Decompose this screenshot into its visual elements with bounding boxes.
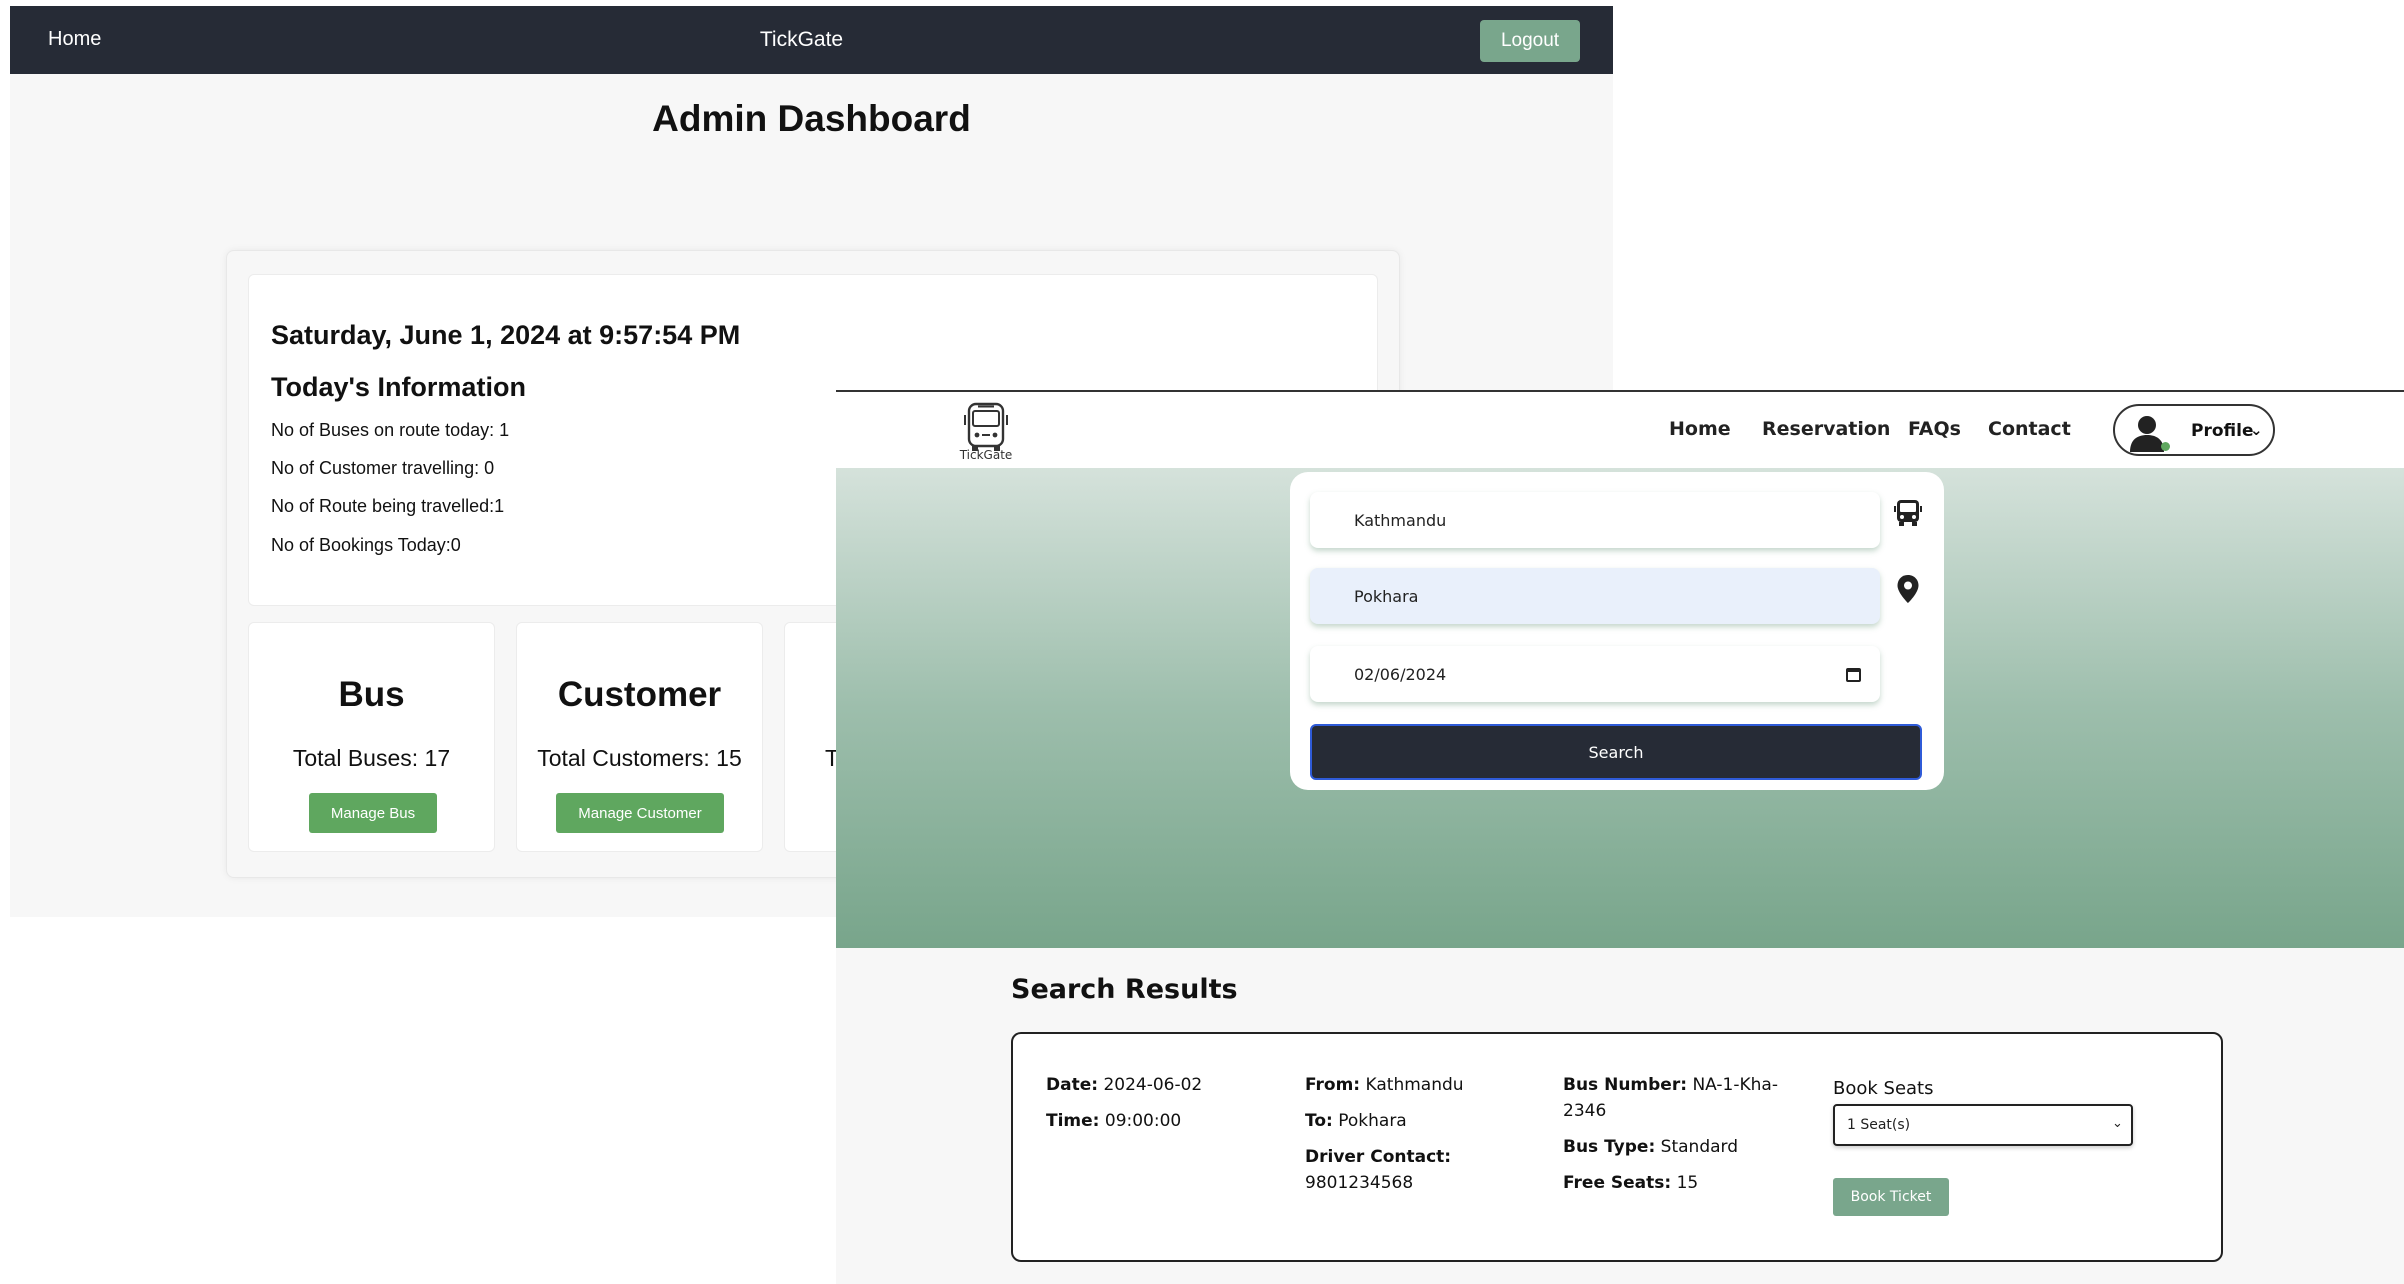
customer-summary-card: Customer Total Customers: 15 Manage Cust… <box>516 622 763 852</box>
manage-bus-button[interactable]: Manage Bus <box>309 793 437 833</box>
admin-brand-title: TickGate <box>759 28 844 51</box>
result-driver-contact: Driver Contact: 9801234568 <box>1305 1147 1452 1193</box>
logout-button[interactable]: Logout <box>1480 20 1580 62</box>
manage-customer-button[interactable]: Manage Customer <box>556 793 724 833</box>
search-results-title: Search Results <box>1011 974 1238 1005</box>
result-time: Time: 09:00:00 <box>1046 1111 1182 1131</box>
booking-window: TickGate Home Reservation FAQs Contact P… <box>836 390 2404 1284</box>
admin-navbar: Home TickGate Logout <box>10 6 1613 74</box>
bus-front-icon <box>1894 500 1922 526</box>
stat-customers-travelling: No of Customer travelling: 0 <box>271 458 495 478</box>
result-from: From: Kathmandu <box>1305 1075 1464 1095</box>
nav-faqs[interactable]: FAQs <box>1908 418 1961 440</box>
nav-reservation[interactable]: Reservation <box>1762 418 1890 440</box>
from-input[interactable] <box>1310 492 1880 548</box>
book-seats-label: Book Seats <box>1833 1078 1934 1099</box>
chevron-down-icon: ⌄ <box>2250 421 2263 439</box>
bus-summary-card: Bus Total Buses: 17 Manage Bus <box>248 622 495 852</box>
stat-buses-on-route: No of Buses on route today: 1 <box>271 420 510 440</box>
search-button[interactable]: Search <box>1310 724 1922 780</box>
stat-routes-travelled: No of Route being travelled:1 <box>271 496 505 516</box>
bus-card-title: Bus <box>338 675 405 714</box>
book-ticket-button[interactable]: Book Ticket <box>1833 1178 1949 1216</box>
result-date: Date: 2024-06-02 <box>1046 1075 1203 1095</box>
date-input[interactable] <box>1310 646 1880 702</box>
seat-select-value: 1 Seat(s) <box>1847 1117 1911 1133</box>
booking-navbar: TickGate Home Reservation FAQs Contact P… <box>836 392 2404 468</box>
online-status-dot <box>2161 442 2170 451</box>
profile-dropdown[interactable]: Profile ⌄ <box>2113 404 2275 456</box>
result-bus-number: Bus Number: NA-1-Kha- 2346 <box>1563 1075 1778 1121</box>
page-title: Admin Dashboard <box>652 98 971 139</box>
result-free-seats: Free Seats: 15 <box>1563 1173 1699 1193</box>
chevron-down-icon: ⌄ <box>2112 1116 2123 1131</box>
seat-select[interactable]: 1 Seat(s) <box>1833 1104 2133 1146</box>
to-input[interactable] <box>1310 568 1880 624</box>
nav-home[interactable]: Home <box>1669 418 1731 440</box>
customer-card-title: Customer <box>557 675 722 714</box>
total-customers: Total Customers: 15 <box>537 745 742 771</box>
result-to: To: Pokhara <box>1305 1111 1407 1131</box>
today-info-heading: Today's Information <box>271 372 526 402</box>
stat-bookings-today: No of Bookings Today:0 <box>271 535 461 555</box>
result-bus-type: Bus Type: Standard <box>1563 1137 1739 1157</box>
total-buses: Total Buses: 17 <box>292 745 451 771</box>
current-datetime: Saturday, June 1, 2024 at 9:57:54 PM <box>271 320 741 350</box>
profile-label: Profile <box>2191 421 2254 441</box>
logo-text: TickGate <box>959 448 1013 462</box>
location-pin-icon <box>1897 575 1919 603</box>
nav-contact[interactable]: Contact <box>1988 418 2071 440</box>
calendar-icon[interactable] <box>1846 668 1861 682</box>
